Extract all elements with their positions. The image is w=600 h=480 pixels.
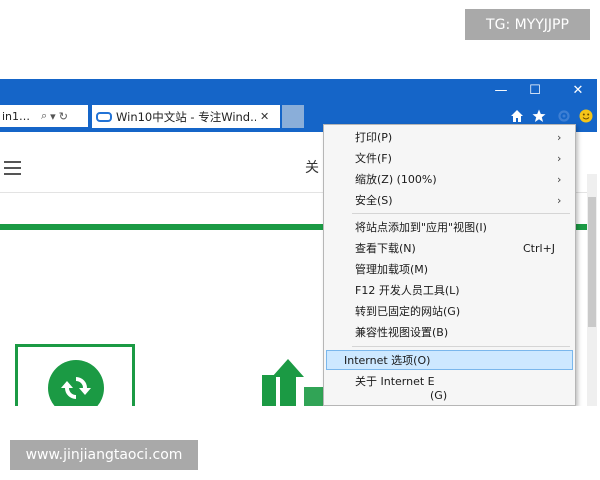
dropdown-icon[interactable]: ▾ — [50, 110, 56, 123]
menu-item-safety[interactable]: 安全(S) › — [324, 190, 575, 210]
menu-item-label: 转到已固定的网站(G) — [355, 305, 461, 318]
menu-item-label: 打印(P) — [355, 131, 393, 144]
watermark-top-text: TG: MYYJJPP — [486, 16, 569, 33]
sync-icon — [48, 360, 104, 406]
menu-item-label: F12 开发人员工具(L) — [355, 284, 460, 297]
menu-item-compat-view[interactable]: 兼容性视图设置(B) — [324, 322, 575, 342]
maximize-icon: ☐ — [529, 82, 541, 98]
menu-separator — [352, 346, 570, 347]
menu-item-internet-options[interactable]: Internet 选项(O) — [326, 350, 573, 370]
address-text: in1… — [2, 109, 31, 123]
chevron-right-icon: › — [557, 130, 562, 144]
refresh-tile[interactable] — [15, 344, 135, 406]
menu-item-label: 管理加载项(M) — [355, 263, 429, 276]
page-header-text: 关 — [305, 160, 319, 176]
tab-title: Win10中文站 - 专注Wind... — [116, 109, 256, 124]
smiley-feedback-icon[interactable] — [577, 105, 595, 127]
tab-close-icon[interactable]: ✕ — [260, 110, 269, 123]
menu-item-label: 查看下载(N) — [355, 242, 416, 255]
chevron-right-icon: › — [557, 193, 562, 207]
maximize-button[interactable]: ☐ — [524, 81, 546, 99]
tab-favicon-icon — [96, 111, 112, 122]
menu-item-f12-devtools[interactable]: F12 开发人员工具(L) — [324, 280, 575, 300]
menu-item-label: 文件(F) — [355, 152, 392, 165]
menu-item-shortcut: Ctrl+J — [523, 241, 556, 255]
close-window-button[interactable]: ✕ — [567, 81, 589, 99]
menu-item-label: Internet 选项(O) — [344, 354, 431, 367]
menu-item-add-site-to-apps[interactable]: 将站点添加到"应用"视图(I) — [324, 217, 575, 237]
menu-item-label: 安全(S) — [355, 194, 393, 207]
watermark-top: TG: MYYJJPP — [465, 9, 590, 40]
search-icon[interactable]: ⌕ — [41, 109, 47, 123]
scrollbar-thumb[interactable] — [588, 197, 596, 327]
hamburger-menu-icon[interactable] — [4, 161, 21, 175]
tab-active[interactable]: Win10中文站 - 专注Wind... ✕ — [92, 105, 280, 128]
minimize-icon: — — [494, 82, 508, 98]
new-tab-button[interactable] — [282, 105, 304, 128]
menu-item-print[interactable]: 打印(P) › — [324, 127, 575, 147]
menu-item-label: (G) — [430, 388, 448, 402]
menu-item-label: 兼容性视图设置(B) — [355, 326, 449, 339]
watermark-bottom-text: www.jinjiangtaoci.com — [25, 447, 183, 463]
menu-item-label: 将站点添加到"应用"视图(I) — [355, 221, 487, 234]
minimize-button[interactable]: — — [490, 81, 512, 99]
chevron-right-icon: › — [557, 172, 562, 186]
close-icon: ✕ — [572, 82, 584, 98]
refresh-icon[interactable]: ↻ — [59, 110, 68, 123]
chevron-right-icon: › — [557, 151, 562, 165]
menu-item-partial: (G) — [324, 387, 575, 403]
menu-item-pinned-sites[interactable]: 转到已固定的网站(G) — [324, 301, 575, 321]
address-bar[interactable]: in1… ⌕ ▾ ↻ — [0, 105, 88, 127]
menu-item-view-downloads[interactable]: 查看下载(N) Ctrl+J — [324, 238, 575, 258]
menu-item-file[interactable]: 文件(F) › — [324, 148, 575, 168]
menu-item-manage-addons[interactable]: 管理加载项(M) — [324, 259, 575, 279]
menu-item-zoom[interactable]: 缩放(Z) (100%) › — [324, 169, 575, 189]
tools-menu: 打印(P) › 文件(F) › 缩放(Z) (100%) › 安全(S) › 将… — [323, 124, 576, 406]
watermark-bottom: www.jinjiangtaoci.com — [10, 440, 198, 470]
menu-item-label: 缩放(Z) (100%) — [355, 173, 437, 186]
menu-separator — [352, 213, 570, 214]
browser-screenshot: — ☐ ✕ in1… ⌕ ▾ ↻ Win10中文站 - 专注Wind... ✕ … — [0, 79, 597, 406]
